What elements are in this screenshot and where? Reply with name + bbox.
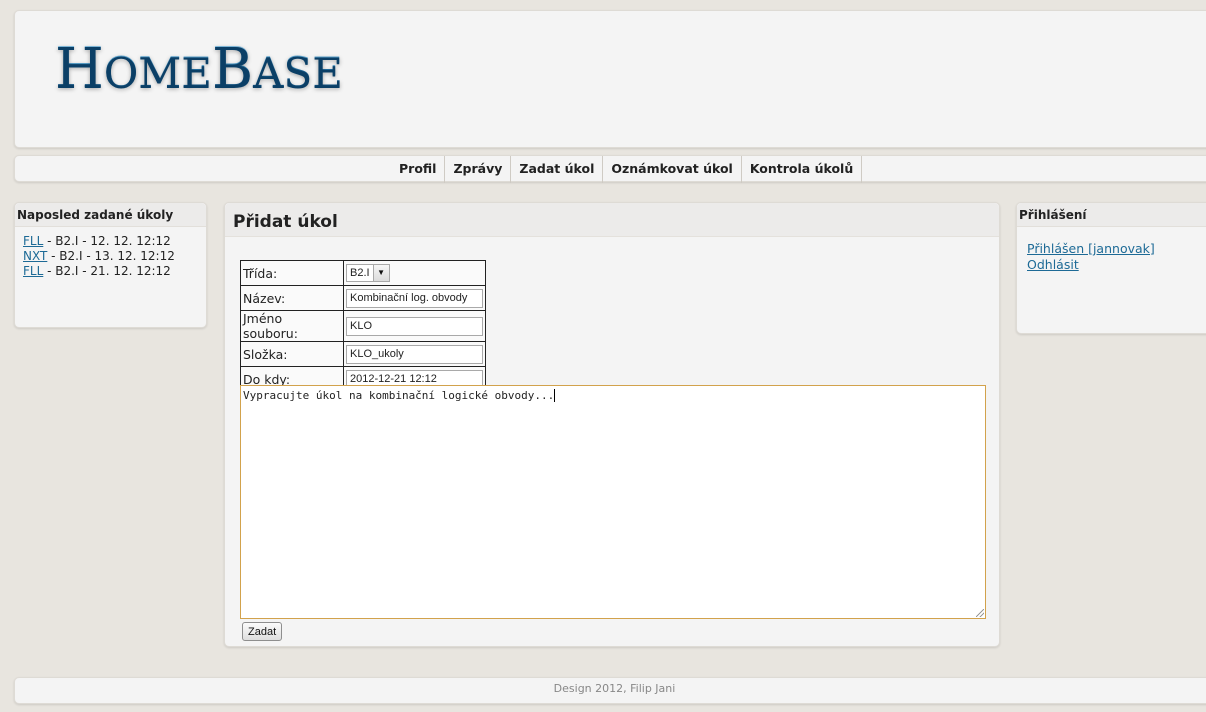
text-cursor bbox=[554, 389, 556, 402]
form-row-class: Třída: B2.I ▼ bbox=[240, 260, 486, 286]
page-title: Přidat úkol bbox=[225, 203, 999, 237]
task-info: - B2.I - 12. 12. 12:12 bbox=[43, 234, 171, 248]
nav-menu: Profil Zprávy Zadat úkol Oznámkovat úkol… bbox=[391, 156, 863, 183]
recent-tasks-list: FLL - B2.I - 12. 12. 12:12 NXT - B2.I - … bbox=[15, 227, 206, 279]
task-info: - B2.I - 21. 12. 12:12 bbox=[43, 264, 171, 278]
add-task-panel: Přidat úkol Třída: B2.I ▼ Název: Kombina… bbox=[224, 202, 1000, 647]
filename-label: Jméno souboru: bbox=[240, 310, 344, 342]
task-info: - B2.I - 13. 12. 12:12 bbox=[47, 249, 175, 263]
logo: HOMEBASE bbox=[55, 36, 343, 101]
task-link[interactable]: FLL bbox=[23, 264, 43, 278]
name-input[interactable]: Kombinační log. obvody bbox=[346, 288, 483, 308]
resize-handle-icon[interactable] bbox=[976, 609, 984, 617]
login-panel: Přihlášení Přihlášen [jannovak] Odhlásit bbox=[1016, 202, 1206, 334]
submit-button[interactable]: Zadat bbox=[242, 622, 283, 641]
class-select-value: B2.I bbox=[350, 267, 370, 279]
folder-label: Složka: bbox=[240, 341, 344, 367]
name-label: Název: bbox=[240, 285, 344, 311]
class-select[interactable]: B2.I ▼ bbox=[346, 264, 390, 282]
form-row-filename: Jméno souboru: KLO bbox=[240, 310, 486, 342]
list-item: NXT - B2.I - 13. 12. 12:12 bbox=[23, 249, 206, 264]
login-title: Přihlášení bbox=[1017, 203, 1206, 227]
nav-item-zadat-ukol[interactable]: Zadat úkol bbox=[511, 156, 604, 183]
nav-item-profil[interactable]: Profil bbox=[391, 156, 446, 183]
form-row-folder: Složka: KLO_ukoly bbox=[240, 341, 486, 367]
nav-item-zpravy[interactable]: Zprávy bbox=[445, 156, 512, 183]
form-row-name: Název: Kombinační log. obvody bbox=[240, 285, 486, 311]
logout-link[interactable]: Odhlásit bbox=[1027, 257, 1079, 272]
top-navigation: Profil Zprávy Zadat úkol Oznámkovat úkol… bbox=[14, 155, 1206, 183]
class-label: Třída: bbox=[240, 260, 344, 286]
logged-in-user-link[interactable]: Přihlášen [jannovak] bbox=[1027, 241, 1155, 256]
nav-item-kontrola-ukolu[interactable]: Kontrola úkolů bbox=[742, 156, 863, 183]
task-form-table: Třída: B2.I ▼ Název: Kombinační log. obv… bbox=[240, 260, 486, 392]
description-text: Vypracujte úkol na kombinační logické ob… bbox=[243, 389, 555, 402]
header: HOMEBASE bbox=[14, 10, 1206, 148]
chevron-down-icon[interactable]: ▼ bbox=[372, 265, 389, 281]
login-links: Přihlášen [jannovak] Odhlásit bbox=[1017, 227, 1206, 273]
footer-text: Design 2012, Filip Jani bbox=[553, 682, 676, 695]
description-textarea[interactable]: Vypracujte úkol na kombinační logické ob… bbox=[240, 385, 986, 619]
recent-tasks-title: Naposled zadané úkoly bbox=[15, 203, 206, 227]
task-link[interactable]: FLL bbox=[23, 234, 43, 248]
folder-input[interactable]: KLO_ukoly bbox=[346, 344, 483, 364]
recent-tasks-panel: Naposled zadané úkoly FLL - B2.I - 12. 1… bbox=[14, 202, 207, 328]
list-item: FLL - B2.I - 12. 12. 12:12 bbox=[23, 234, 206, 249]
filename-input[interactable]: KLO bbox=[346, 316, 483, 336]
list-item: FLL - B2.I - 21. 12. 12:12 bbox=[23, 264, 206, 279]
task-link[interactable]: NXT bbox=[23, 249, 47, 263]
footer: Design 2012, Filip Jani bbox=[14, 677, 1206, 704]
nav-item-oznamkovat-ukol[interactable]: Oznámkovat úkol bbox=[603, 156, 742, 183]
